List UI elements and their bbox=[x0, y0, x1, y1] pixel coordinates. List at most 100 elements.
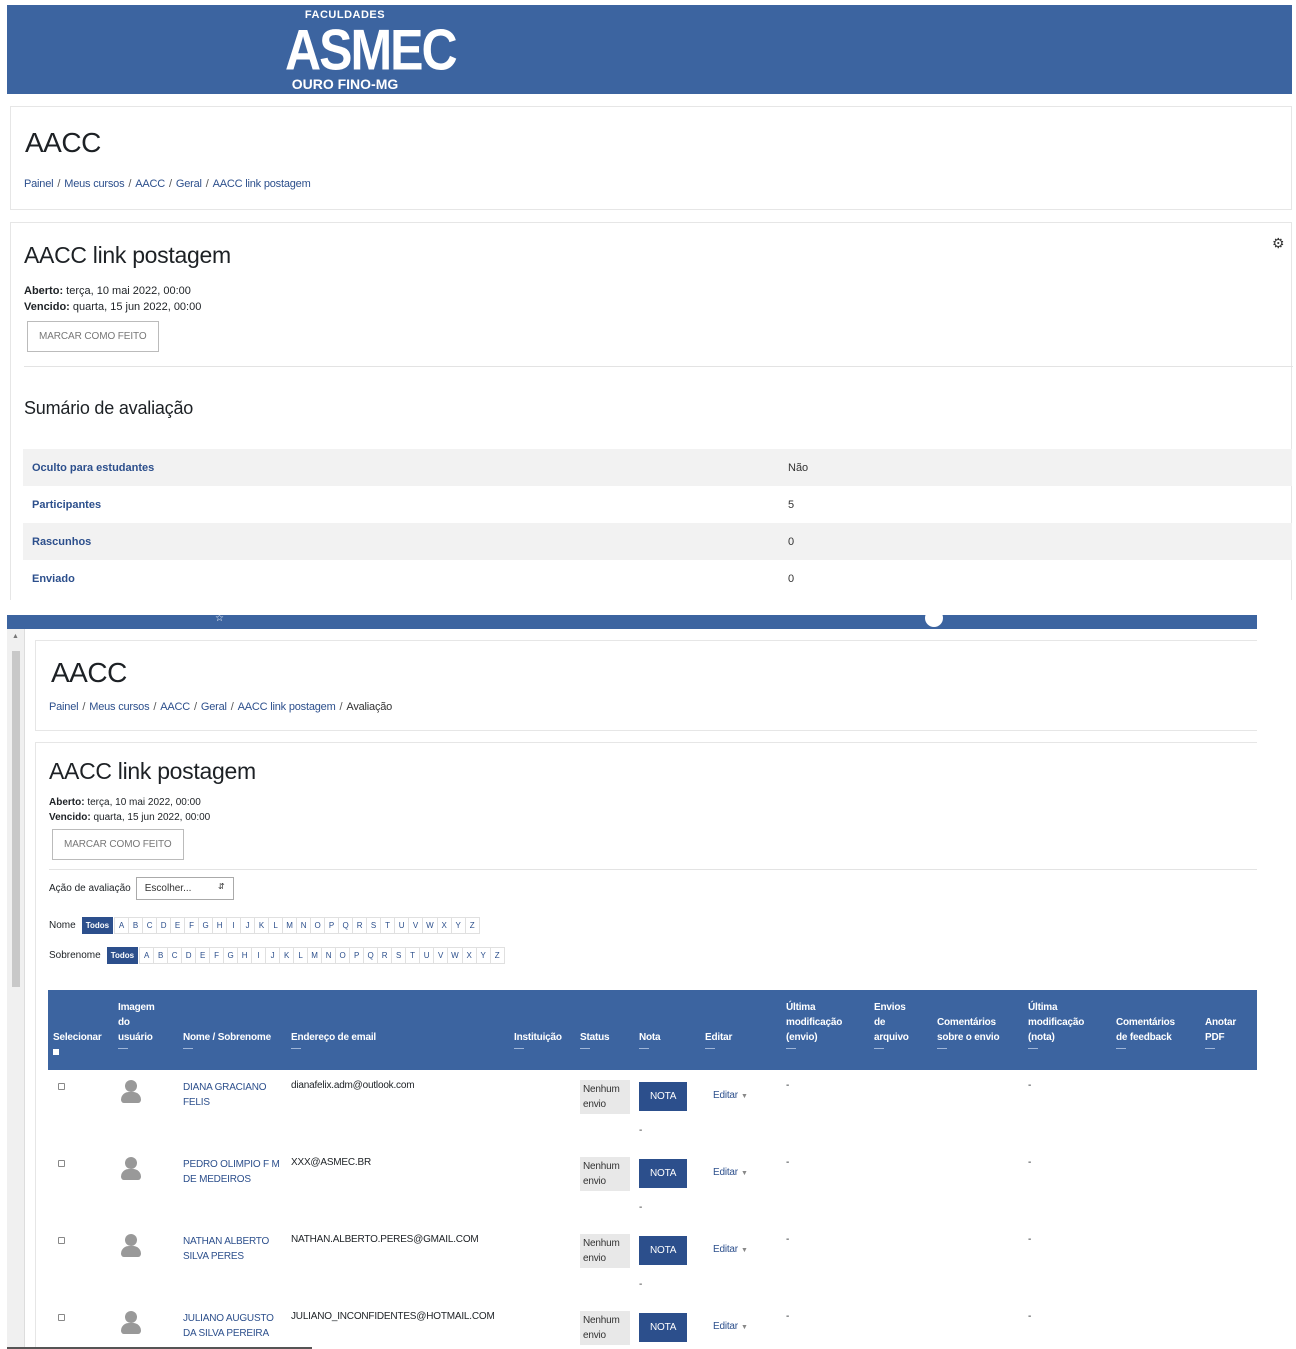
letter-filter-s[interactable]: S bbox=[366, 917, 382, 934]
edit-menu[interactable]: Editar ▼ bbox=[713, 1167, 748, 1178]
scrollbar-thumb[interactable] bbox=[12, 651, 20, 987]
col-sort-dash[interactable]: — bbox=[786, 1044, 865, 1054]
letter-filter-r[interactable]: R bbox=[352, 917, 368, 934]
breadcrumb-item[interactable]: Geral bbox=[201, 701, 227, 713]
letter-filter-z[interactable]: Z bbox=[464, 917, 480, 934]
asmec-logo[interactable]: FACULDADES ASMEC OURO FINO-MG bbox=[285, 9, 458, 93]
breadcrumb-item[interactable]: Painel bbox=[49, 701, 79, 713]
letter-filter-b[interactable]: B bbox=[128, 917, 144, 934]
letter-filter-u[interactable]: U bbox=[419, 947, 435, 964]
letter-filter-l[interactable]: L bbox=[293, 947, 309, 964]
letter-filter-c[interactable]: C bbox=[142, 917, 158, 934]
letter-filter-w[interactable]: W bbox=[422, 917, 438, 934]
edit-menu[interactable]: Editar ▼ bbox=[713, 1244, 748, 1255]
edit-menu[interactable]: Editar ▼ bbox=[713, 1321, 748, 1332]
col-sort-dash[interactable]: — bbox=[1028, 1044, 1107, 1054]
select-all-checkbox[interactable] bbox=[53, 1049, 59, 1055]
letter-filter-z[interactable]: Z bbox=[489, 947, 505, 964]
vertical-scrollbar[interactable]: ▲ bbox=[7, 629, 25, 1349]
user-avatar-icon[interactable] bbox=[119, 1311, 143, 1335]
letter-filter-p[interactable]: P bbox=[349, 947, 365, 964]
col-grade[interactable]: Nota — bbox=[634, 990, 700, 1070]
breadcrumb-item[interactable]: Meus cursos bbox=[64, 178, 124, 190]
row-checkbox[interactable] bbox=[58, 1314, 65, 1321]
breadcrumb-item[interactable]: AACC link postagem bbox=[238, 701, 336, 713]
col-sort-dash[interactable]: — bbox=[1205, 1044, 1254, 1054]
col-sub-comments[interactable]: Comentários sobre o envio — bbox=[932, 990, 1023, 1070]
letter-filter-o[interactable]: O bbox=[310, 917, 326, 934]
col-status[interactable]: Status — bbox=[575, 990, 634, 1070]
col-sort-dash[interactable]: — bbox=[291, 1044, 505, 1054]
col-sort-dash[interactable]: — bbox=[1116, 1044, 1196, 1054]
letter-filter-m[interactable]: M bbox=[307, 947, 323, 964]
letter-filter-h[interactable]: H bbox=[237, 947, 253, 964]
grade-button[interactable]: NOTA bbox=[639, 1159, 688, 1188]
letter-filter-x[interactable]: X bbox=[461, 947, 477, 964]
col-institution[interactable]: Instituição — bbox=[509, 990, 575, 1070]
letter-filter-s[interactable]: S bbox=[391, 947, 407, 964]
col-email[interactable]: Endereço de email — bbox=[286, 990, 509, 1070]
letter-filter-w[interactable]: W bbox=[447, 947, 463, 964]
breadcrumb-item[interactable]: AACC bbox=[160, 701, 190, 713]
letter-filter-k[interactable]: K bbox=[254, 917, 270, 934]
grade-button[interactable]: NOTA bbox=[639, 1313, 688, 1342]
breadcrumb-item[interactable]: Painel bbox=[24, 178, 54, 190]
col-select[interactable]: Selecionar bbox=[48, 990, 113, 1070]
col-sort-dash[interactable]: — bbox=[514, 1044, 571, 1054]
breadcrumb-item[interactable]: AACC link postagem bbox=[213, 178, 311, 190]
col-last-mod-grade[interactable]: Última modificação (nota) — bbox=[1023, 990, 1111, 1070]
letter-filter-n[interactable]: N bbox=[296, 917, 312, 934]
letter-filter-h[interactable]: H bbox=[212, 917, 228, 934]
col-file-subs[interactable]: Envios de arquivo — bbox=[869, 990, 932, 1070]
row-checkbox[interactable] bbox=[58, 1083, 65, 1090]
grade-button[interactable]: NOTA bbox=[639, 1082, 688, 1111]
letter-filter-y[interactable]: Y bbox=[475, 947, 491, 964]
letter-filter-u[interactable]: U bbox=[394, 917, 410, 934]
user-avatar-icon[interactable] bbox=[119, 1080, 143, 1104]
mark-as-done-button[interactable]: MARCAR COMO FEITO bbox=[52, 829, 184, 860]
letter-filter-b[interactable]: B bbox=[153, 947, 169, 964]
col-name[interactable]: Nome / Sobrenome — bbox=[178, 990, 286, 1070]
letter-filter-e[interactable]: E bbox=[170, 917, 186, 934]
letter-filter-t[interactable]: T bbox=[380, 917, 396, 934]
letter-filter-j[interactable]: J bbox=[265, 947, 281, 964]
col-sort-dash[interactable]: — bbox=[118, 1044, 174, 1054]
row-checkbox[interactable] bbox=[58, 1237, 65, 1244]
letter-filter-p[interactable]: P bbox=[324, 917, 340, 934]
letter-filter-n[interactable]: N bbox=[321, 947, 337, 964]
letter-filter-r[interactable]: R bbox=[377, 947, 393, 964]
letter-filter-q[interactable]: Q bbox=[338, 917, 354, 934]
letter-filter-q[interactable]: Q bbox=[363, 947, 379, 964]
letter-filter-d[interactable]: D bbox=[181, 947, 197, 964]
user-avatar-icon[interactable] bbox=[119, 1157, 143, 1181]
filter-all-button[interactable]: Todos bbox=[106, 947, 139, 964]
col-sort-dash[interactable]: — bbox=[580, 1044, 630, 1054]
col-feedback-comments[interactable]: Comentários de feedback — bbox=[1111, 990, 1200, 1070]
letter-filter-g[interactable]: G bbox=[198, 917, 214, 934]
row-checkbox[interactable] bbox=[58, 1160, 65, 1167]
user-name-link[interactable]: DIANA GRACIANO FELIS bbox=[183, 1082, 267, 1108]
col-sort-dash[interactable]: — bbox=[639, 1044, 696, 1054]
letter-filter-a[interactable]: A bbox=[114, 917, 130, 934]
letter-filter-o[interactable]: O bbox=[335, 947, 351, 964]
letter-filter-d[interactable]: D bbox=[156, 917, 172, 934]
letter-filter-c[interactable]: C bbox=[167, 947, 183, 964]
letter-filter-g[interactable]: G bbox=[223, 947, 239, 964]
col-sort-dash[interactable]: — bbox=[937, 1044, 1019, 1054]
letter-filter-k[interactable]: K bbox=[279, 947, 295, 964]
letter-filter-f[interactable]: F bbox=[209, 947, 225, 964]
letter-filter-y[interactable]: Y bbox=[450, 917, 466, 934]
grade-button[interactable]: NOTA bbox=[639, 1236, 688, 1265]
letter-filter-a[interactable]: A bbox=[139, 947, 155, 964]
letter-filter-x[interactable]: X bbox=[436, 917, 452, 934]
letter-filter-m[interactable]: M bbox=[282, 917, 298, 934]
letter-filter-t[interactable]: T bbox=[405, 947, 421, 964]
letter-filter-l[interactable]: L bbox=[268, 917, 284, 934]
avatar-icon[interactable] bbox=[925, 615, 943, 627]
scroll-up-icon[interactable]: ▲ bbox=[12, 633, 19, 640]
edit-menu[interactable]: Editar ▼ bbox=[713, 1090, 748, 1101]
letter-filter-v[interactable]: V bbox=[433, 947, 449, 964]
breadcrumb-item[interactable]: Meus cursos bbox=[89, 701, 149, 713]
breadcrumb-item[interactable]: AACC bbox=[135, 178, 165, 190]
gear-icon[interactable]: ⚙ bbox=[1272, 236, 1285, 250]
